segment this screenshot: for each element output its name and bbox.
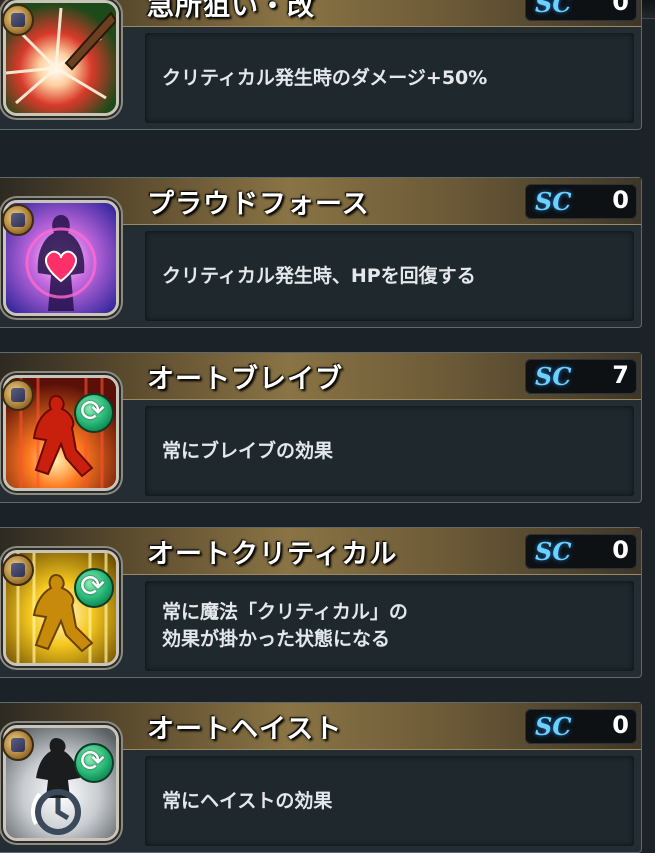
sc-value: 7 [612, 361, 629, 389]
skill-type-coin-icon [2, 554, 34, 586]
skill-name: 急所狙い・改 [147, 0, 315, 22]
auto-refresh-icon [74, 568, 114, 608]
skill-name: プラウドフォース [147, 189, 370, 220]
sc-value: 0 [612, 186, 629, 214]
skill-type-coin-icon [2, 379, 34, 411]
sc-badge: SC 0 [525, 709, 637, 744]
skill-card[interactable]: オートブレイブ SC 7 常にブレイブの効果 [0, 352, 642, 503]
skill-description: 常にブレイブの効果 [162, 439, 334, 462]
skill-description-box: クリティカル発生時、HPを回復する [145, 231, 634, 321]
skill-description: 常にヘイストの効果 [162, 789, 333, 812]
sc-value: 0 [612, 536, 629, 564]
sc-label: SC [535, 712, 572, 741]
sc-label: SC [535, 362, 572, 391]
skill-name: オートクリティカル [147, 539, 398, 570]
skill-list: 急所狙い・改 SC 0 クリティカル発生時のダメージ+50% プラウドフォース … [0, 0, 655, 853]
skill-name: オートブレイブ [147, 364, 343, 395]
sc-badge: SC 0 [525, 534, 637, 569]
skill-description-box: 常にブレイブの効果 [145, 406, 634, 496]
sc-value: 0 [612, 0, 629, 16]
sc-label: SC [535, 187, 572, 216]
skill-description-box: 常にヘイストの効果 [145, 756, 634, 846]
skill-description: クリティカル発生時のダメージ+50% [162, 66, 488, 89]
sc-value: 0 [612, 711, 629, 739]
skill-card[interactable]: プラウドフォース SC 0 クリティカル発生時、HPを回復する [0, 177, 642, 328]
skill-card[interactable]: オートクリティカル SC 0 常に魔法「クリティカル」の 効果が掛かった状態にな… [0, 527, 642, 678]
skill-description: 常に魔法「クリティカル」の 効果が掛かった状態になる [162, 601, 408, 650]
sc-badge: SC 0 [525, 0, 637, 21]
auto-refresh-icon [74, 743, 114, 783]
sc-badge: SC 0 [525, 184, 637, 219]
skill-description-box: クリティカル発生時のダメージ+50% [145, 33, 634, 123]
sc-label: SC [535, 537, 572, 566]
skill-description-box: 常に魔法「クリティカル」の 効果が掛かった状態になる [145, 581, 634, 671]
auto-refresh-icon [74, 393, 114, 433]
sc-label: SC [535, 0, 572, 18]
skill-type-coin-icon [2, 729, 34, 761]
skill-type-coin-icon [2, 4, 34, 36]
skill-type-coin-icon [2, 204, 34, 236]
skill-card[interactable]: 急所狙い・改 SC 0 クリティカル発生時のダメージ+50% [0, 0, 642, 130]
skill-name: オートヘイスト [147, 714, 343, 745]
sc-badge: SC 7 [525, 359, 637, 394]
skill-description: クリティカル発生時、HPを回復する [162, 264, 476, 287]
skill-card[interactable]: オートヘイスト SC 0 常にヘイストの効果 [0, 702, 642, 853]
